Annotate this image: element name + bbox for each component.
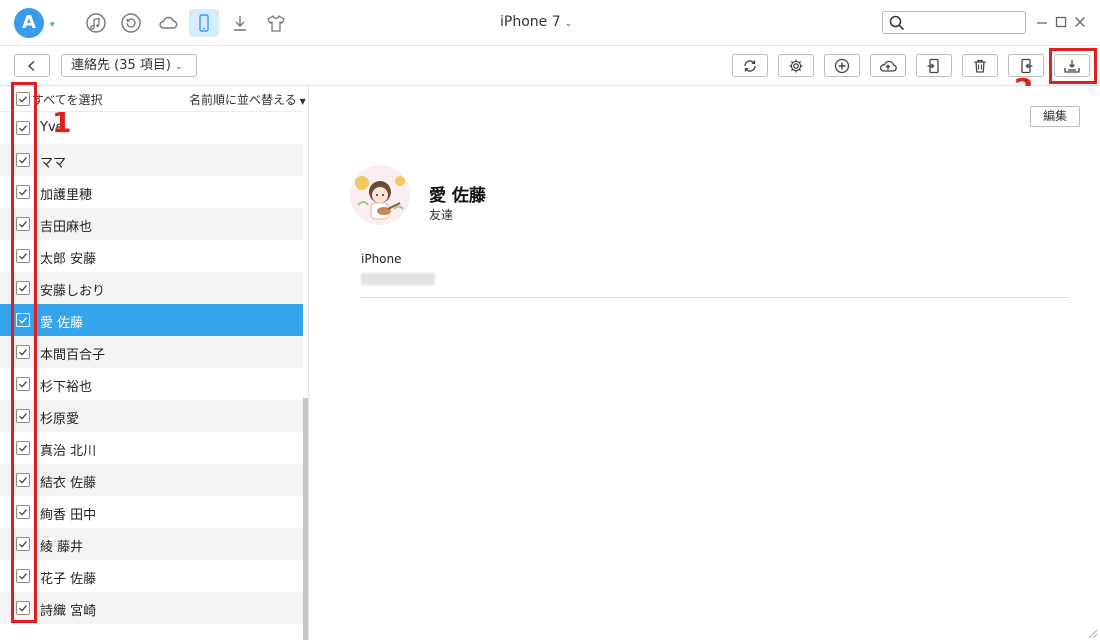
list-item[interactable]: 本間百合子 bbox=[0, 336, 303, 368]
device-selector[interactable]: iPhone 7 ⌄ bbox=[500, 14, 572, 30]
contact-name: 愛 佐藤 bbox=[40, 316, 84, 331]
phone-field-label: iPhone bbox=[361, 252, 402, 266]
list-item[interactable]: 安藤しおり bbox=[0, 272, 303, 304]
list-scrollbar[interactable] bbox=[303, 398, 308, 640]
resize-grip-icon[interactable] bbox=[1086, 628, 1098, 638]
settings-button[interactable] bbox=[778, 54, 814, 77]
tshirt-icon[interactable] bbox=[264, 11, 288, 35]
contact-name: 花子 佐藤 bbox=[40, 572, 97, 587]
contact-name: 綾 藤井 bbox=[40, 540, 84, 555]
app-menu-caret-icon[interactable]: ▾ bbox=[50, 20, 55, 30]
list-item[interactable]: 加護里穂 bbox=[0, 176, 303, 208]
title-bar: A ▾ iPhone 7 ⌄ bbox=[0, 0, 1100, 46]
contact-name: 杉原愛 bbox=[40, 412, 80, 427]
list-item[interactable]: 結衣 佐藤 bbox=[0, 464, 303, 496]
close-icon[interactable] bbox=[1072, 14, 1088, 30]
list-item[interactable]: 吉田麻也 bbox=[0, 208, 303, 240]
delete-button[interactable] bbox=[962, 54, 998, 77]
contact-name: 結衣 佐藤 bbox=[40, 476, 97, 491]
annotation-highlight-checkboxes bbox=[11, 82, 37, 623]
category-dropdown[interactable]: 連絡先 (35 項目) ⌄ bbox=[61, 54, 197, 77]
list-item[interactable]: 杉原愛 bbox=[0, 400, 303, 432]
avatar bbox=[350, 165, 410, 225]
annotation-highlight-export bbox=[1049, 48, 1097, 84]
list-item[interactable]: 杉下裕也 bbox=[0, 368, 303, 400]
app-logo-icon[interactable]: A bbox=[14, 8, 44, 38]
refresh-button[interactable] bbox=[732, 54, 768, 77]
search-input[interactable] bbox=[909, 14, 1021, 31]
contact-name: 加護里穂 bbox=[40, 188, 93, 203]
contact-name: 杉下裕也 bbox=[40, 380, 93, 395]
maximize-icon[interactable] bbox=[1053, 14, 1069, 30]
chevron-down-icon: ⌄ bbox=[564, 19, 573, 29]
phone-value-redacted bbox=[361, 273, 435, 285]
chevron-down-icon: ⌄ bbox=[174, 62, 183, 72]
list-item[interactable]: ママ bbox=[0, 144, 303, 176]
contact-list-pane: すべてを選択 名前順に並べ替える ▼ Yve ママ 加護里穂 吉田麻也 太郎 安藤… bbox=[0, 86, 309, 640]
category-label: 連絡先 (35 項目) bbox=[71, 58, 171, 73]
contact-name: 太郎 安藤 bbox=[40, 252, 97, 267]
sort-label: 名前順に並べ替える bbox=[189, 93, 297, 107]
chevron-left-icon bbox=[27, 60, 35, 71]
list-item[interactable]: 花子 佐藤 bbox=[0, 560, 303, 592]
select-all-row[interactable]: すべてを選択 名前順に並べ替える ▼ bbox=[0, 86, 306, 112]
contact-name: 吉田麻也 bbox=[40, 220, 93, 235]
detail-divider bbox=[361, 297, 1069, 298]
history-icon[interactable] bbox=[119, 11, 143, 35]
export-to-device-icon bbox=[927, 58, 939, 73]
add-icon bbox=[834, 58, 850, 73]
minimize-icon[interactable] bbox=[1034, 14, 1050, 30]
download-icon[interactable] bbox=[228, 11, 252, 35]
list-item[interactable]: 綾 藤井 bbox=[0, 528, 303, 560]
list-item[interactable]: 真治 北川 bbox=[0, 432, 303, 464]
list-item[interactable]: 詩織 宮崎 bbox=[0, 592, 303, 624]
add-button[interactable] bbox=[824, 54, 860, 77]
upload-cloud-icon bbox=[879, 60, 897, 72]
contact-detail-group: 友達 bbox=[429, 208, 454, 222]
search-box[interactable] bbox=[882, 11, 1026, 34]
contact-name: ママ bbox=[40, 156, 67, 171]
iphone-icon[interactable] bbox=[189, 9, 219, 37]
list-item[interactable]: 太郎 安藤 bbox=[0, 240, 303, 272]
contact-detail-name: 愛 佐藤 bbox=[429, 186, 486, 206]
avatar-illustration-icon bbox=[350, 165, 410, 225]
contact-name: 安藤しおり bbox=[40, 284, 106, 299]
cloud-icon[interactable] bbox=[156, 11, 180, 35]
list-item[interactable]: Yve bbox=[0, 112, 303, 144]
sort-dropdown[interactable]: 名前順に並べ替える ▼ bbox=[189, 91, 306, 108]
annotation-step-1: 1 bbox=[52, 106, 72, 139]
settings-gear-icon bbox=[789, 59, 803, 72]
device-name: iPhone 7 bbox=[500, 14, 561, 30]
search-icon bbox=[889, 15, 905, 31]
contact-list: Yve ママ 加護里穂 吉田麻也 太郎 安藤 安藤しおり 愛 佐藤 本間百合子 … bbox=[0, 112, 303, 624]
upload-to-cloud-button[interactable] bbox=[870, 54, 906, 77]
list-item-selected[interactable]: 愛 佐藤 bbox=[0, 304, 303, 336]
contact-detail-pane: 編集 愛 佐藤 友達 iPhone bbox=[310, 86, 1100, 640]
refresh-icon bbox=[744, 59, 756, 72]
contact-name: 真治 北川 bbox=[40, 444, 97, 459]
back-button[interactable] bbox=[14, 54, 50, 77]
contact-name: 詩織 宮崎 bbox=[40, 604, 97, 619]
edit-button[interactable]: 編集 bbox=[1030, 106, 1080, 127]
caret-down-icon: ▼ bbox=[299, 97, 306, 106]
music-note-icon[interactable] bbox=[84, 11, 108, 35]
export-to-device-button[interactable] bbox=[916, 54, 952, 77]
toolbar: 連絡先 (35 項目) ⌄ bbox=[0, 46, 1100, 86]
contact-name: 絢香 田中 bbox=[40, 508, 97, 523]
contact-name: 本間百合子 bbox=[40, 348, 106, 363]
delete-trash-icon bbox=[974, 59, 986, 73]
list-item[interactable]: 絢香 田中 bbox=[0, 496, 303, 528]
